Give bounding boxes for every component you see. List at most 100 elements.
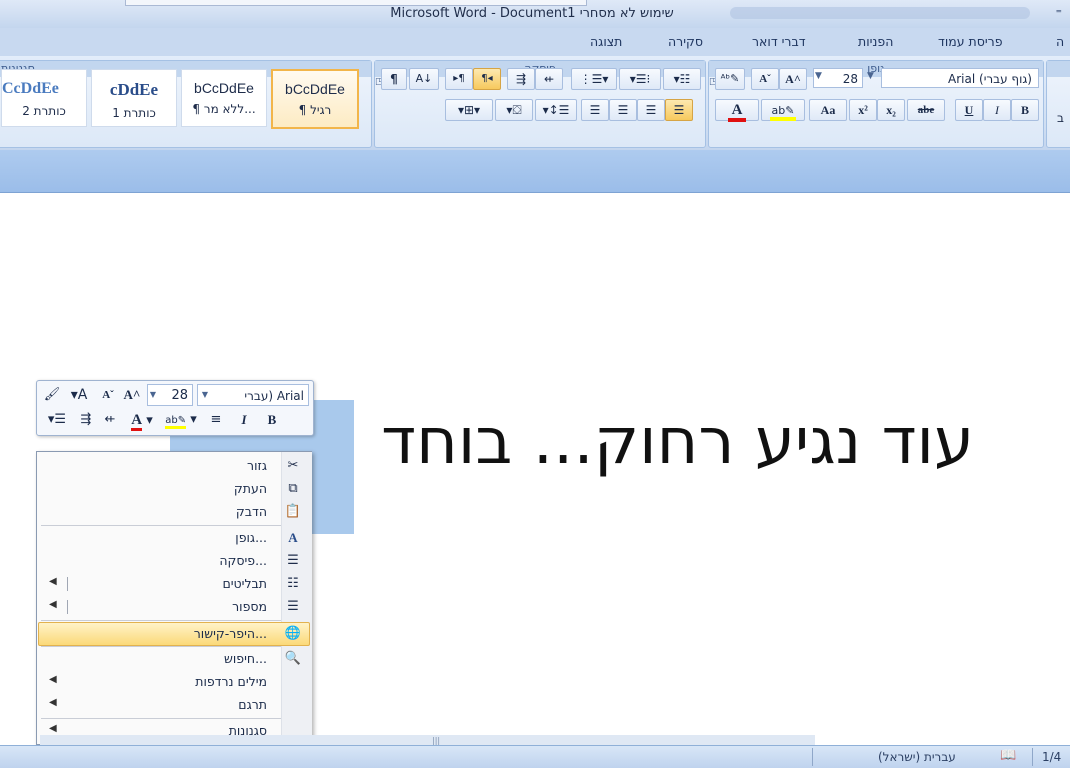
numbering-icon: ☰ — [287, 599, 299, 614]
mini-highlight-button[interactable]: ab✎ ▾ — [161, 409, 201, 431]
context-menu: ✂ גזור ⧉ העתק 📋 הדבק A גופן... ☰ פיסקה..… — [36, 451, 312, 745]
customize-quick-access-icon[interactable]: ⁼ — [1056, 6, 1062, 20]
page-number[interactable]: 1/4 — [1042, 750, 1061, 764]
text-highlight-button[interactable]: ab✎ — [761, 99, 805, 121]
superscript-button[interactable]: x² — [849, 99, 877, 121]
font-group: (גוף עברי) Arial ▼ 28 ▼ A^ Aˇ ᴬᵇ✎ B I U … — [708, 60, 1044, 148]
strikethrough-button[interactable]: abe — [907, 99, 945, 121]
menu-item-paragraph[interactable]: ☰ פיסקה... — [39, 550, 309, 572]
mini-grow-font-button[interactable]: A^ — [121, 384, 143, 406]
tab-view[interactable]: תצוגה — [590, 34, 622, 49]
menu-item-translate[interactable]: תרגם ◀ — [39, 694, 309, 716]
split-divider — [67, 600, 68, 614]
font-size-dropdown-icon[interactable]: ▼ — [815, 71, 822, 81]
scrollbar-grip-icon[interactable]: ||| — [432, 736, 440, 745]
menu-item-bullets[interactable]: ☷ תבליטים ◀ — [39, 573, 309, 595]
menu-item-synonyms[interactable]: מילים נרדפות ◀ — [39, 671, 309, 693]
bullets-button[interactable]: ▾☷ — [663, 68, 701, 90]
menu-item-cut[interactable]: ✂ גזור — [39, 455, 309, 477]
submenu-arrow-icon: ◀ — [49, 723, 57, 734]
multilevel-list-button[interactable]: ⋮☰▾ — [571, 68, 617, 90]
decrease-indent-button[interactable]: ⇷ — [535, 68, 563, 90]
center-button[interactable]: ☰ — [637, 99, 665, 121]
mini-shrink-font-button[interactable]: Aˇ — [97, 384, 119, 406]
font-name-combo[interactable]: (גוף עברי) Arial — [881, 68, 1039, 88]
document-text[interactable]: עוד נגיע רחוק... בוחד — [381, 405, 974, 479]
menu-item-paste[interactable]: 📋 הדבק — [39, 501, 309, 523]
line-spacing-button[interactable]: ▾↕☰ — [535, 99, 577, 121]
style-heading-2-name: כותרת 2 — [22, 104, 66, 118]
style-heading-1-name: כותרת 1 — [112, 106, 156, 120]
menu-item-label: מילים נרדפות — [195, 674, 267, 689]
submenu-arrow-icon: ◀ — [49, 697, 57, 708]
grow-font-button[interactable]: A^ — [779, 68, 807, 90]
mini-font-name-dropdown-icon[interactable]: ▼ — [199, 384, 211, 406]
tab-references[interactable]: הפניות — [858, 34, 893, 49]
ribbon: ב (גוף עברי) Arial ▼ 28 ▼ A^ Aˇ ᴬᵇ✎ B I … — [0, 56, 1070, 151]
clear-formatting-icon[interactable]: ᴬᵇ✎ — [715, 68, 745, 90]
tab-review[interactable]: סקירה — [668, 34, 703, 49]
blurred-title-region — [730, 7, 1030, 19]
window-title-app: Microsoft Word - Document1 — [390, 6, 576, 21]
numbering-button[interactable]: ▾☰⁝ — [619, 68, 661, 90]
justify-button[interactable]: ☰ — [581, 99, 609, 121]
mini-italic-button[interactable]: I — [231, 409, 257, 431]
style-heading-1[interactable]: cDdEe כותרת 1 — [91, 69, 177, 127]
mini-bullets-button[interactable]: ▾☰ — [41, 409, 73, 431]
ltr-direction-button[interactable]: ▸¶ — [445, 68, 473, 90]
italic-button[interactable]: I — [983, 99, 1011, 121]
menu-item-numbering[interactable]: ☰ מספור ◀ — [39, 596, 309, 618]
menu-item-font[interactable]: A גופן... — [39, 527, 309, 549]
rtl-direction-button[interactable]: ¶◂ — [473, 68, 501, 90]
style-heading-2-sample: CcDdEe — [2, 80, 59, 97]
underline-button[interactable]: U — [955, 99, 983, 121]
align-right-button[interactable]: ☰ — [665, 99, 693, 121]
font-color-button[interactable]: A — [715, 99, 759, 122]
mini-font-color-button[interactable]: A ▾ — [125, 409, 159, 431]
align-left-button[interactable]: ☰ — [609, 99, 637, 121]
mini-increase-indent-button[interactable]: ⇶ — [75, 409, 97, 431]
menu-separator — [41, 718, 281, 719]
menu-item-hyperlink[interactable]: 🌐 היפר-קישור... — [38, 622, 310, 646]
shrink-font-button[interactable]: Aˇ — [751, 68, 779, 90]
menu-item-research[interactable]: 🔍 חיפוש... — [39, 648, 309, 670]
change-case-button[interactable]: Aa — [809, 99, 847, 121]
mini-align-button[interactable]: ≡ — [203, 409, 229, 431]
mini-font-name-combo[interactable]: Arial (עברי — [197, 384, 309, 406]
mini-font-color-icon: A — [131, 412, 143, 431]
split-divider — [67, 577, 68, 591]
horizontal-scrollbar[interactable]: ||| — [40, 735, 815, 745]
paragraph-group: ¶ A↓ ▸¶ ¶◂ ⇶ ⇷ ⋮☰▾ ▾☰⁝ ▾☷ ▾⊞▾ ▾⛋ ▾↕☰ ☰ ☰… — [374, 60, 706, 148]
mini-decrease-indent-button[interactable]: ⇷ — [99, 409, 121, 431]
show-formatting-marks-button[interactable]: ¶ — [381, 68, 407, 90]
tab-mailings[interactable]: דברי דואר — [752, 34, 806, 49]
borders-button[interactable]: ▾⊞▾ — [445, 99, 493, 121]
language-indicator[interactable]: עברית (ישראל) — [878, 750, 956, 764]
format-painter-icon[interactable]: 🖌 — [41, 384, 63, 406]
style-heading-2[interactable]: CcDdEe כותרת 2 — [1, 69, 87, 127]
spell-check-icon[interactable]: 📖 — [1000, 748, 1016, 763]
bold-button[interactable]: B — [1011, 99, 1039, 121]
menu-item-copy[interactable]: ⧉ העתק — [39, 478, 309, 500]
style-no-spacing[interactable]: bCcDdEe ¶ ללא מר... — [181, 69, 267, 127]
ribbon-tabs: ה פריסת עמוד הפניות דברי דואר סקירה תצוג… — [0, 28, 1070, 56]
editing-group: ב — [1046, 60, 1070, 148]
bullets-icon: ☷ — [287, 576, 299, 591]
font-name-value: (גוף עברי) Arial — [948, 72, 1032, 86]
subscript-button[interactable]: x₂ — [877, 99, 905, 121]
mini-bold-button[interactable]: B — [259, 409, 285, 431]
mini-font-size-dropdown-icon[interactable]: ▼ — [147, 384, 159, 406]
increase-indent-button[interactable]: ⇶ — [507, 68, 535, 90]
font-name-dropdown-icon[interactable]: ▼ — [867, 71, 874, 81]
mini-font-size-value: 28 — [171, 388, 188, 403]
tab-page-layout[interactable]: פריסת עמוד — [938, 34, 1003, 49]
tab-home[interactable]: ה — [1056, 34, 1064, 49]
scissors-icon: ✂ — [287, 458, 299, 473]
menu-item-label: גופן... — [235, 530, 267, 545]
style-normal[interactable]: bCcDdEe ¶ רגיל — [271, 69, 359, 129]
styles-quick-icon[interactable]: ▾A — [65, 384, 93, 406]
window-title-license: שימוש לא מסחרי — [579, 6, 674, 21]
menu-separator — [41, 646, 281, 647]
sort-button[interactable]: A↓ — [409, 68, 439, 90]
shading-button[interactable]: ▾⛋ — [495, 99, 533, 121]
